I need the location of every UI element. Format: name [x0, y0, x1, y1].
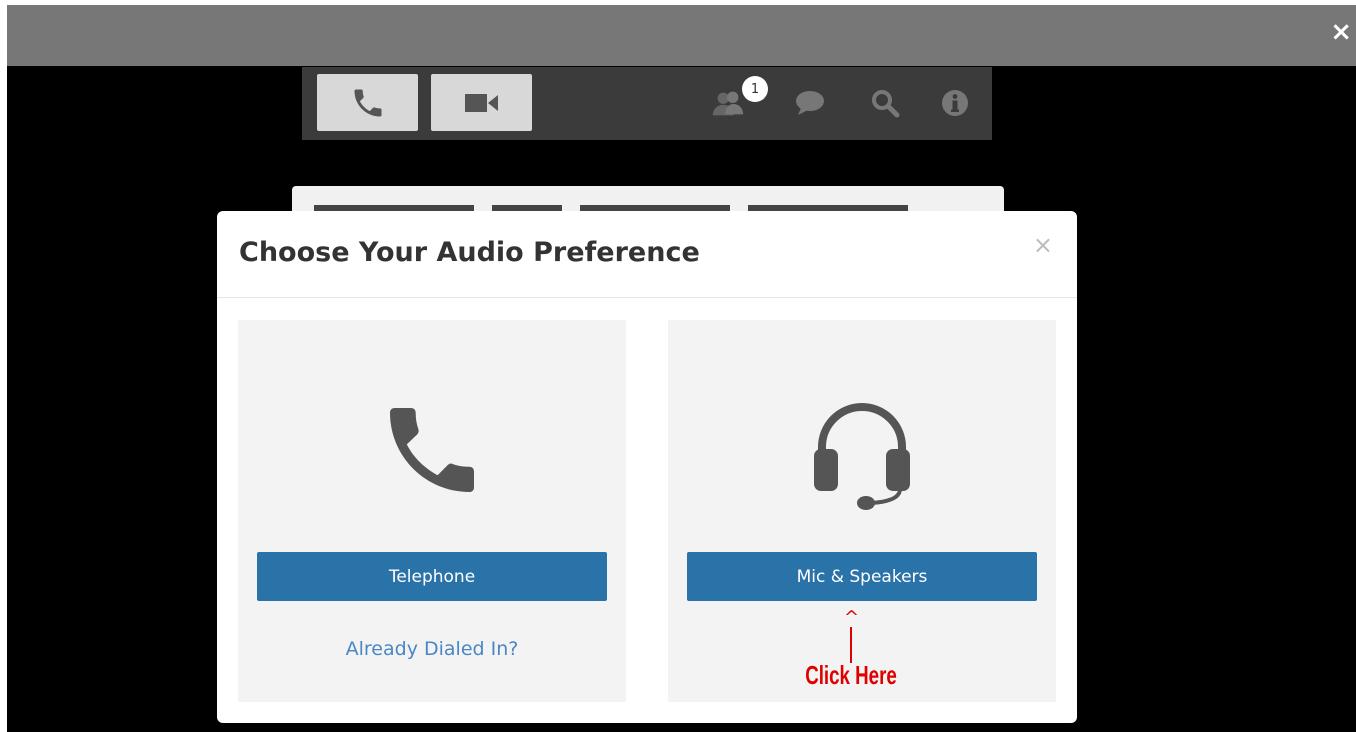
info-button[interactable]: [937, 85, 973, 121]
participants-button[interactable]: [710, 85, 746, 121]
telephone-button[interactable]: Telephone: [257, 552, 607, 601]
click-here-annotation: Click Here: [805, 660, 897, 690]
mic-speakers-option-panel: Mic & Speakers ^ Click Here: [668, 320, 1056, 702]
dialog-divider: [217, 297, 1077, 298]
search-button[interactable]: [867, 85, 903, 121]
window-close-button[interactable]: ×: [1330, 19, 1352, 45]
telephone-option-panel: Telephone Already Dialed In?: [238, 320, 626, 702]
window-title-bar: ×: [7, 5, 1356, 66]
phone-icon: [354, 89, 381, 116]
video-button[interactable]: [431, 74, 532, 131]
telephone-option-icon-wrap: [372, 380, 492, 520]
annotation-arrow-line: [850, 627, 852, 663]
headset-icon: [814, 403, 910, 510]
phone-icon: [390, 408, 474, 492]
info-icon: [942, 90, 968, 116]
chat-button[interactable]: [792, 85, 828, 121]
mic-speakers-button[interactable]: Mic & Speakers: [687, 552, 1037, 601]
page-edge: [0, 0, 7, 732]
meeting-toolbar: 1: [302, 67, 992, 140]
audio-preference-dialog: Choose Your Audio Preference × Telephone…: [217, 211, 1077, 723]
already-dialed-in-link[interactable]: Already Dialed In?: [238, 638, 626, 660]
chat-bubble-icon: [796, 91, 824, 115]
video-camera-icon: [464, 93, 498, 112]
search-icon: [872, 90, 900, 118]
phone-button[interactable]: [317, 74, 418, 131]
mic-speakers-option-icon-wrap: [802, 380, 922, 520]
participants-icon: [712, 91, 744, 116]
dialog-title: Choose Your Audio Preference: [239, 237, 700, 268]
dialog-close-button[interactable]: ×: [1033, 233, 1053, 257]
participants-count-badge: 1: [742, 76, 768, 102]
annotation-caret: ^: [844, 607, 860, 628]
